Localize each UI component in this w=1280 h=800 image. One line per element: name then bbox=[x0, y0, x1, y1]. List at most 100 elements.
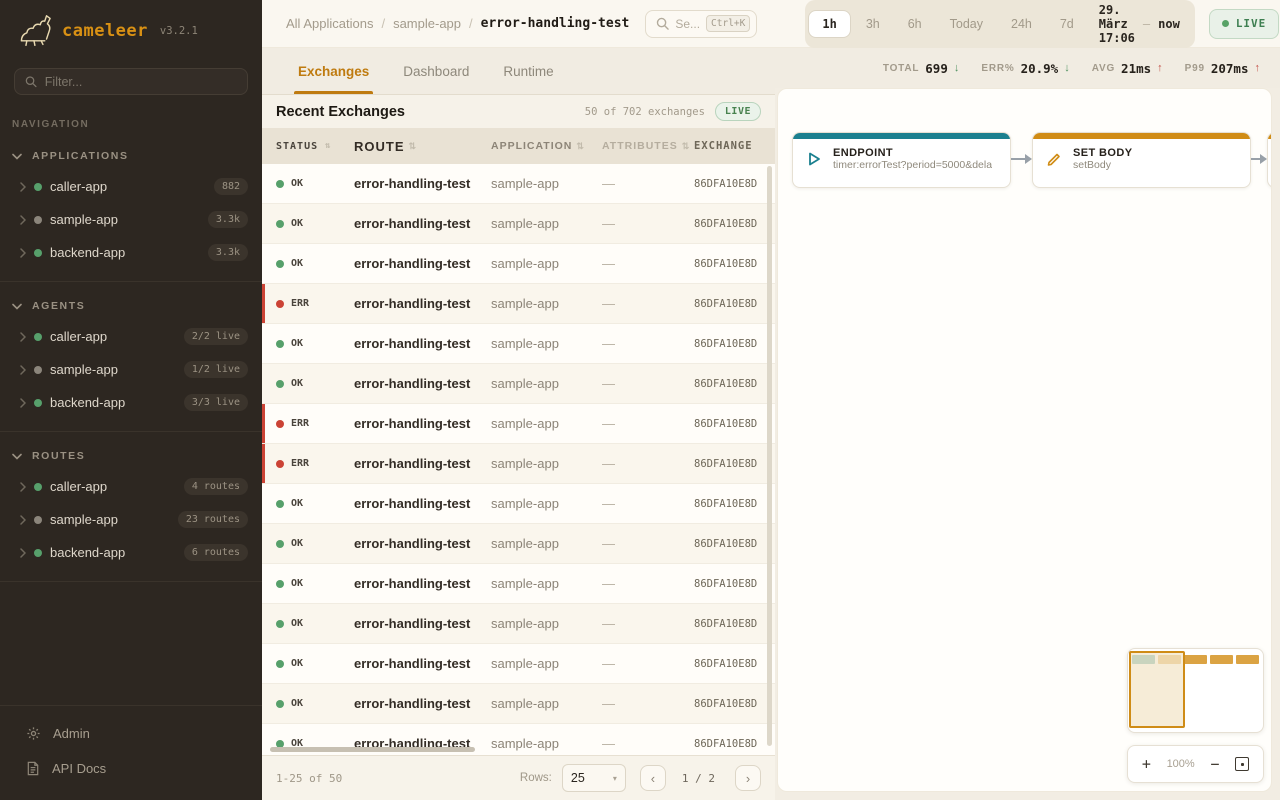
timerange-option[interactable]: 24h bbox=[998, 10, 1045, 38]
rows-per-page-select[interactable]: 25 ▾ bbox=[562, 764, 626, 792]
table-row[interactable]: OK error-handling-test sample-app — 86DF… bbox=[262, 164, 775, 204]
column-header-attributes[interactable]: ATTRIBUTES⇅ bbox=[602, 140, 694, 152]
cell-exchange-id: 86DFA10E8D bbox=[694, 378, 775, 390]
stats-bar: TOTAL 699 ↓ ERR% 20.9% ↓ AVG 21ms ↑ bbox=[775, 48, 1280, 88]
sidebar-item[interactable]: sample-app 23 routes bbox=[0, 503, 262, 536]
page-indicator: 1 / 2 bbox=[682, 772, 715, 785]
breadcrumb-app[interactable]: sample-app bbox=[393, 16, 461, 31]
sidebar-item-admin[interactable]: Admin bbox=[0, 716, 262, 751]
cell-exchange-id: 86DFA10E8D bbox=[694, 578, 775, 590]
chevron-right-icon bbox=[20, 515, 26, 525]
exchange-count: 50 of 702 exchanges bbox=[585, 106, 705, 118]
minimap-viewport[interactable] bbox=[1129, 651, 1185, 728]
chevron-down-icon bbox=[12, 153, 22, 160]
column-header-route[interactable]: ROUTE⇅ bbox=[354, 139, 491, 154]
chevron-right-icon bbox=[20, 332, 26, 342]
table-row[interactable]: ERR error-handling-test sample-app — 86D… bbox=[262, 284, 775, 324]
live-toggle-button[interactable]: LIVE bbox=[1209, 9, 1280, 39]
flow-node-set-body[interactable]: SET BODY setBody bbox=[1032, 132, 1251, 188]
flow-node-clipped[interactable] bbox=[1267, 132, 1272, 188]
sort-icon[interactable]: ⇅ bbox=[682, 141, 691, 152]
status-dot bbox=[34, 483, 42, 491]
sidebar-item[interactable]: caller-app 882 bbox=[0, 170, 262, 203]
sidebar-item-label: API Docs bbox=[52, 761, 106, 776]
cell-application: sample-app bbox=[491, 536, 602, 551]
status-dot bbox=[276, 620, 284, 628]
tab-dashboard[interactable]: Dashboard bbox=[403, 48, 469, 94]
zoom-in-button[interactable]: + bbox=[1142, 755, 1151, 773]
main-area: All Applications / sample-app / error-ha… bbox=[262, 0, 1280, 800]
table-row[interactable]: OK error-handling-test sample-app — 86DF… bbox=[262, 644, 775, 684]
sidebar-item[interactable]: backend-app 3/3 live bbox=[0, 386, 262, 419]
column-header-application[interactable]: APPLICATION⇅ bbox=[491, 140, 602, 152]
app-version: v3.2.1 bbox=[160, 25, 198, 37]
sort-icon[interactable]: ⇅ bbox=[576, 141, 585, 152]
logo-row[interactable]: cameleer v3.2.1 bbox=[0, 0, 262, 60]
sidebar-item-api-docs[interactable]: API Docs bbox=[0, 751, 262, 786]
minimap[interactable] bbox=[1127, 648, 1264, 733]
cell-exchange-id: 86DFA10E8D bbox=[694, 338, 775, 350]
column-header-status[interactable]: STATUS⇅ bbox=[276, 141, 354, 152]
cell-status: OK bbox=[276, 218, 354, 229]
table-row[interactable]: OK error-handling-test sample-app — 86DF… bbox=[262, 244, 775, 284]
fit-view-icon[interactable] bbox=[1235, 757, 1249, 771]
sidebar-item[interactable]: sample-app 1/2 live bbox=[0, 353, 262, 386]
breadcrumb: All Applications / sample-app / error-ha… bbox=[286, 16, 629, 31]
table-row[interactable]: ERR error-handling-test sample-app — 86D… bbox=[262, 404, 775, 444]
table-row[interactable]: OK error-handling-test sample-app — 86DF… bbox=[262, 524, 775, 564]
sort-icon[interactable]: ⇅ bbox=[409, 141, 418, 152]
tab-runtime[interactable]: Runtime bbox=[503, 48, 553, 94]
sidebar-item[interactable]: caller-app 2/2 live bbox=[0, 320, 262, 353]
next-page-button[interactable]: › bbox=[735, 765, 761, 791]
zoom-out-button[interactable]: − bbox=[1210, 755, 1219, 773]
table-row[interactable]: OK error-handling-test sample-app — 86DF… bbox=[262, 364, 775, 404]
flow-canvas[interactable]: ENDPOINT timer:errorTest?period=5000&del… bbox=[777, 88, 1272, 792]
cell-exchange-id: 86DFA10E8D bbox=[694, 458, 775, 470]
sort-icon[interactable]: ⇅ bbox=[325, 141, 331, 151]
cell-status: OK bbox=[276, 698, 354, 709]
tab-exchanges[interactable]: Exchanges bbox=[298, 48, 369, 94]
prev-page-button[interactable]: ‹ bbox=[640, 765, 666, 791]
cell-route: error-handling-test bbox=[354, 376, 491, 391]
section-header-agents[interactable]: AGENTS bbox=[0, 290, 262, 320]
cell-exchange-id: 86DFA10E8D bbox=[694, 298, 775, 310]
column-header-exchange[interactable]: EXCHANGE bbox=[694, 140, 775, 152]
table-row[interactable]: OK error-handling-test sample-app — 86DF… bbox=[262, 604, 775, 644]
vertical-scrollbar[interactable] bbox=[767, 166, 772, 746]
section-header-routes[interactable]: ROUTES bbox=[0, 440, 262, 470]
flow-node-endpoint[interactable]: ENDPOINT timer:errorTest?period=5000&del… bbox=[792, 132, 1011, 188]
filter-input[interactable] bbox=[45, 75, 237, 89]
timerange-option[interactable]: 6h bbox=[895, 10, 935, 38]
node-title: SET BODY bbox=[1073, 147, 1132, 159]
table-row[interactable]: OK error-handling-test sample-app — 86DF… bbox=[262, 684, 775, 724]
section-title: APPLICATIONS bbox=[32, 150, 129, 162]
timerange-custom[interactable]: 29. März 17:06 — now bbox=[1089, 3, 1192, 45]
trend-arrow-icon: ↓ bbox=[954, 62, 960, 74]
minimap-node-bar bbox=[1184, 655, 1207, 664]
timerange-option[interactable]: 7d bbox=[1047, 10, 1087, 38]
cell-attributes: — bbox=[602, 576, 694, 591]
sidebar-filter[interactable] bbox=[14, 68, 248, 95]
section-title: AGENTS bbox=[32, 300, 85, 312]
sidebar-item[interactable]: backend-app 6 routes bbox=[0, 536, 262, 569]
timerange-option[interactable]: 1h bbox=[808, 10, 850, 38]
breadcrumb-root[interactable]: All Applications bbox=[286, 16, 373, 31]
sidebar-item[interactable]: sample-app 3.3k bbox=[0, 203, 262, 236]
cell-status: OK bbox=[276, 658, 354, 669]
sidebar-item[interactable]: caller-app 4 routes bbox=[0, 470, 262, 503]
section-header-applications[interactable]: APPLICATIONS bbox=[0, 140, 262, 170]
table-row[interactable]: OK error-handling-test sample-app — 86DF… bbox=[262, 324, 775, 364]
section-items: caller-app 882 sample-app 3.3k backend bbox=[0, 170, 262, 269]
global-search[interactable]: Se... Ctrl+K bbox=[645, 10, 757, 38]
table-row[interactable]: ERR error-handling-test sample-app — 86D… bbox=[262, 444, 775, 484]
cell-route: error-handling-test bbox=[354, 696, 491, 711]
status-dot bbox=[276, 700, 284, 708]
sidebar-item[interactable]: backend-app 3.3k bbox=[0, 236, 262, 269]
timerange-option[interactable]: Today bbox=[937, 10, 996, 38]
status-dot bbox=[34, 399, 42, 407]
table-row[interactable]: OK error-handling-test sample-app — 86DF… bbox=[262, 204, 775, 244]
timerange-option[interactable]: 3h bbox=[853, 10, 893, 38]
table-row[interactable]: OK error-handling-test sample-app — 86DF… bbox=[262, 564, 775, 604]
horizontal-scrollbar[interactable] bbox=[270, 747, 475, 752]
table-row[interactable]: OK error-handling-test sample-app — 86DF… bbox=[262, 484, 775, 524]
